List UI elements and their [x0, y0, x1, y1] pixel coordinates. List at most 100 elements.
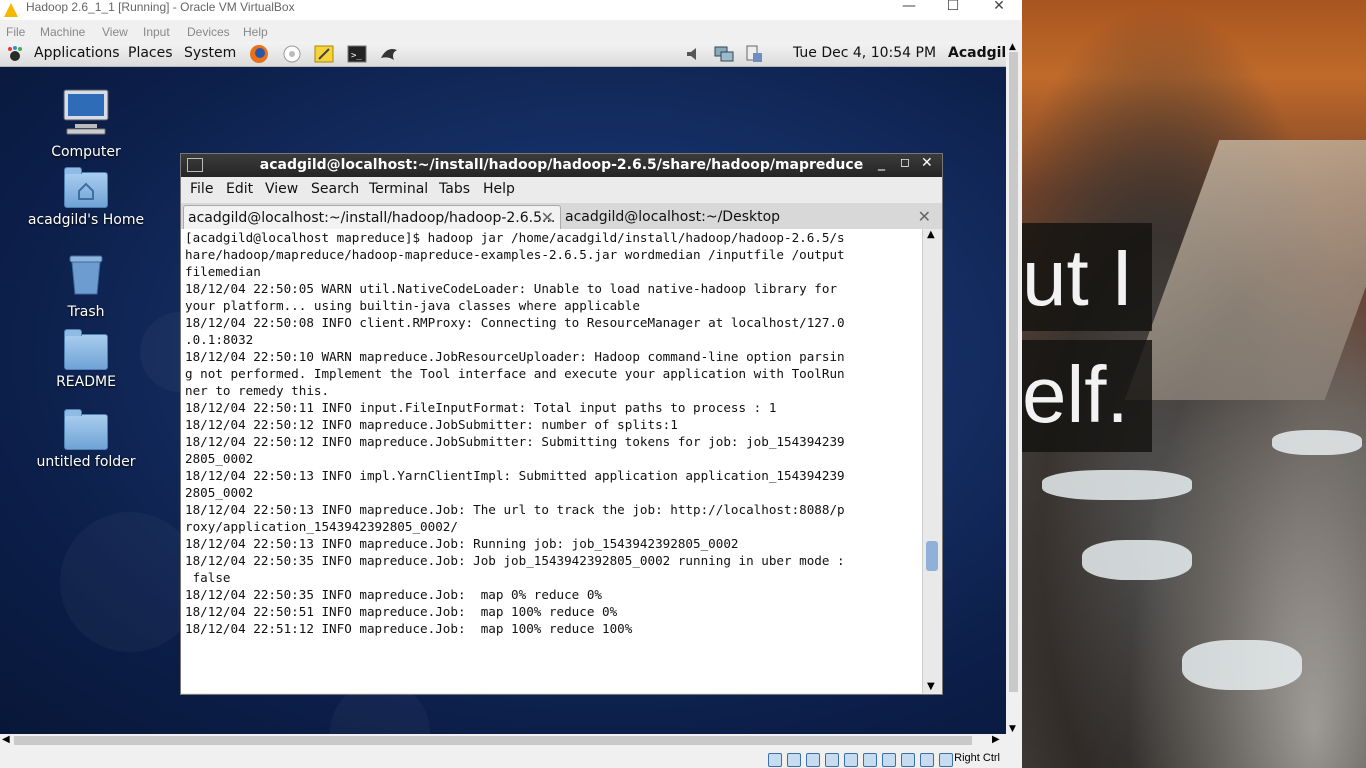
terminal-window: acadgild@localhost:~/install/hadoop/hado… [180, 153, 943, 695]
gnome-top-panel: Applications Places System >_ Tue Dec 4,… [0, 42, 1006, 67]
desktop-icon-label: README [56, 374, 116, 390]
display-icon[interactable] [863, 753, 877, 767]
folder-icon [64, 329, 108, 370]
desktop-icon-trash[interactable]: Trash [26, 252, 146, 320]
computer-icon [26, 88, 146, 140]
terminal-menu-search[interactable]: Search [311, 181, 359, 197]
vbox-horizontal-scrollbar[interactable]: ◀ ▶ [0, 734, 1006, 748]
wallpaper-quote-line-2: elf. [1022, 340, 1152, 452]
terminal-output-text: [acadgild@localhost mapreduce]$ hadoop j… [185, 230, 845, 636]
wallpaper-snow [1272, 430, 1362, 455]
vbox-menu-view[interactable]: View [102, 25, 128, 39]
panel-menu-applications[interactable]: Applications [34, 45, 120, 61]
mysql-workbench-icon[interactable] [379, 44, 399, 64]
vbox-menu-machine[interactable]: Machine [40, 25, 85, 39]
terminal-menu-edit[interactable]: Edit [226, 181, 253, 197]
terminal-maximize-button[interactable]: ◻ [900, 155, 910, 169]
terminal-menu-view[interactable]: View [265, 181, 298, 197]
vbox-menu-file[interactable]: File [6, 25, 25, 39]
terminal-tab-mapreduce[interactable]: acadgild@localhost:~/install/hadoop/hado… [183, 205, 561, 230]
terminal-menu-help[interactable]: Help [483, 181, 515, 197]
wallpaper-snow [1042, 470, 1192, 500]
desktop-icon-label: Trash [67, 304, 105, 320]
svg-text:>_: >_ [351, 51, 362, 61]
desktop-icon-label: acadgild's Home [27, 212, 145, 228]
panel-menu-system[interactable]: System [184, 45, 236, 61]
scroll-up-icon[interactable]: ▲ [927, 229, 935, 240]
terminal-close-button[interactable]: ✕ [921, 155, 933, 171]
scrollbar-thumb[interactable] [926, 541, 938, 571]
gnome-foot-icon [6, 45, 24, 63]
wallpaper-road [1124, 140, 1366, 400]
terminal-minimize-button[interactable]: _ [878, 155, 885, 171]
scrollbar-thumb[interactable] [1009, 52, 1018, 692]
host-desktop-wallpaper: ut I elf. [1022, 0, 1366, 768]
desktop-icon-computer[interactable]: Computer [26, 88, 146, 160]
vbox-vertical-scrollbar[interactable]: ▲ ▼ [1006, 42, 1022, 734]
panel-clock[interactable]: Tue Dec 4, 10:54 PM [793, 45, 936, 61]
wallpaper-bubble [60, 512, 200, 652]
desktop-icon-label: Computer [51, 144, 121, 160]
update-notifier-icon[interactable] [744, 44, 764, 64]
usb-icon[interactable] [825, 753, 839, 767]
scroll-up-icon[interactable]: ▲ [1009, 42, 1016, 52]
scroll-right-icon[interactable]: ▶ [992, 734, 1000, 745]
window-title: Hadoop 2.6_1_1 [Running] - Oracle VM Vir… [26, 0, 295, 14]
desktop-icon-home[interactable]: acadgild's Home [26, 167, 146, 228]
guest-desktop: Applications Places System >_ Tue Dec 4,… [0, 42, 1006, 734]
terminal-menubar: File Edit View Search Terminal Tabs Help [181, 177, 942, 202]
optical-drive-icon[interactable] [768, 753, 782, 767]
terminal-menu-terminal[interactable]: Terminal [369, 181, 428, 197]
vbox-menu-input[interactable]: Input [143, 25, 170, 39]
terminal-menu-tabs[interactable]: Tabs [439, 181, 470, 197]
virtualbox-app-icon [4, 3, 18, 17]
tab-label: acadgild@localhost:~/install/hadoop/hado… [188, 210, 556, 226]
terminal-tab-desktop[interactable]: acadgild@localhost:~/Desktop ✕ [563, 205, 937, 229]
terminal-menu-file[interactable]: File [190, 181, 213, 197]
close-icon[interactable]: ✕ [541, 206, 554, 230]
scroll-left-icon[interactable]: ◀ [2, 734, 10, 745]
firefox-icon[interactable] [249, 44, 269, 64]
host-key-label: Right Ctrl [954, 752, 1000, 764]
scrollbar-thumb[interactable] [14, 736, 972, 745]
maximize-button[interactable]: ☐ [930, 0, 976, 14]
desktop-icon-untitled-folder[interactable]: untitled folder [26, 409, 146, 470]
close-icon[interactable]: ✕ [918, 205, 931, 229]
minimize-button[interactable]: — [886, 0, 932, 14]
wallpaper-snow [1182, 640, 1302, 690]
wallpaper-quote-line-1: ut I [1022, 223, 1152, 331]
desktop-icon-readme[interactable]: README [26, 329, 146, 390]
video-capture-icon[interactable] [882, 753, 896, 767]
trash-icon [26, 252, 146, 300]
terminal-output-area[interactable]: [acadgild@localhost mapreduce]$ hadoop j… [181, 229, 922, 693]
vbox-status-bar: Right Ctrl [0, 750, 1022, 768]
virtualbox-menubar: File Machine View Input Devices Help [0, 22, 1022, 42]
wallpaper-snow [1082, 540, 1192, 580]
panel-user-menu[interactable]: Acadgil [948, 45, 1006, 61]
mouse-integration-icon[interactable] [920, 753, 934, 767]
terminal-titlebar[interactable]: acadgild@localhost:~/install/hadoop/hado… [181, 154, 942, 177]
terminal-title: acadgild@localhost:~/install/hadoop/hado… [259, 157, 864, 173]
network-adapter-icon[interactable] [806, 753, 820, 767]
panel-menu-places[interactable]: Places [128, 45, 173, 61]
cpu-icon[interactable] [901, 753, 915, 767]
terminal-launcher-icon[interactable]: >_ [347, 44, 367, 64]
shared-folders-icon[interactable] [844, 753, 858, 767]
text-editor-icon[interactable] [314, 44, 334, 64]
tab-label: acadgild@localhost:~/Desktop [565, 209, 781, 225]
scroll-down-icon[interactable]: ▼ [1009, 724, 1016, 734]
network-icon[interactable] [713, 44, 734, 64]
volume-icon[interactable] [684, 44, 704, 64]
desktop-icon-label: untitled folder [36, 454, 136, 470]
host-key-icon[interactable] [939, 753, 953, 767]
evolution-mail-icon[interactable] [282, 44, 302, 64]
virtualbox-window: Hadoop 2.6_1_1 [Running] - Oracle VM Vir… [0, 0, 1022, 768]
close-button[interactable]: ✕ [976, 0, 1022, 14]
folder-icon [64, 409, 108, 450]
virtualbox-titlebar: Hadoop 2.6_1_1 [Running] - Oracle VM Vir… [0, 0, 1022, 20]
vbox-menu-devices[interactable]: Devices [187, 25, 230, 39]
vbox-menu-help[interactable]: Help [243, 25, 268, 39]
audio-icon[interactable] [787, 753, 801, 767]
terminal-scrollbar[interactable]: ▲ ▼ [922, 229, 941, 693]
scroll-down-icon[interactable]: ▼ [927, 681, 935, 692]
